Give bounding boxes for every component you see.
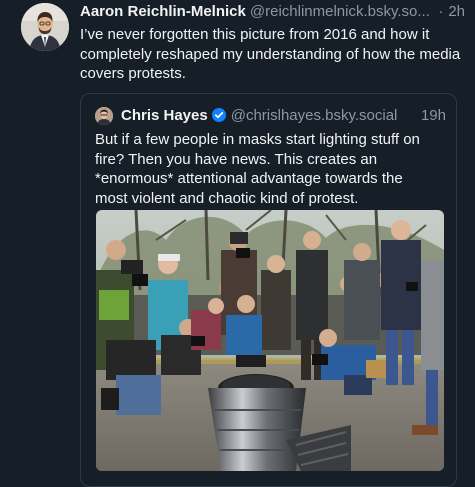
post-header: Aaron Reichlin-Melnick @reichlinmelnick.… xyxy=(80,3,465,23)
quoted-author-handle[interactable]: @chrislhayes.bsky.social xyxy=(231,107,415,124)
photographers-burning-trash-can-photo xyxy=(96,210,444,471)
quoted-post[interactable]: Chris Hayes @chrislhayes.bsky.social 19h… xyxy=(80,93,457,487)
quoted-author-name[interactable]: Chris Hayes xyxy=(121,107,208,124)
author-name[interactable]: Aaron Reichlin-Melnick xyxy=(80,3,246,20)
post-text: I’ve never forgotten this picture from 2… xyxy=(80,26,461,82)
quoted-post-text: But if a few people in masks start light… xyxy=(95,131,420,207)
quoted-post-header: Chris Hayes @chrislhayes.bsky.social 19h xyxy=(121,105,446,125)
author-avatar-image xyxy=(21,3,69,51)
quoted-post-timestamp[interactable]: 19h xyxy=(421,107,446,124)
author-avatar[interactable] xyxy=(21,3,69,51)
quoted-post-photo[interactable] xyxy=(96,210,444,471)
verified-badge-icon xyxy=(211,108,226,122)
post-timestamp[interactable]: 2h xyxy=(448,3,465,20)
separator-dot: · xyxy=(438,3,444,20)
quoted-author-avatar-image xyxy=(95,107,113,125)
author-handle[interactable]: @reichlinmelnick.bsky.so... xyxy=(250,3,434,20)
post-card[interactable]: Aaron Reichlin-Melnick @reichlinmelnick.… xyxy=(0,0,475,487)
quoted-author-avatar[interactable] xyxy=(95,107,113,125)
